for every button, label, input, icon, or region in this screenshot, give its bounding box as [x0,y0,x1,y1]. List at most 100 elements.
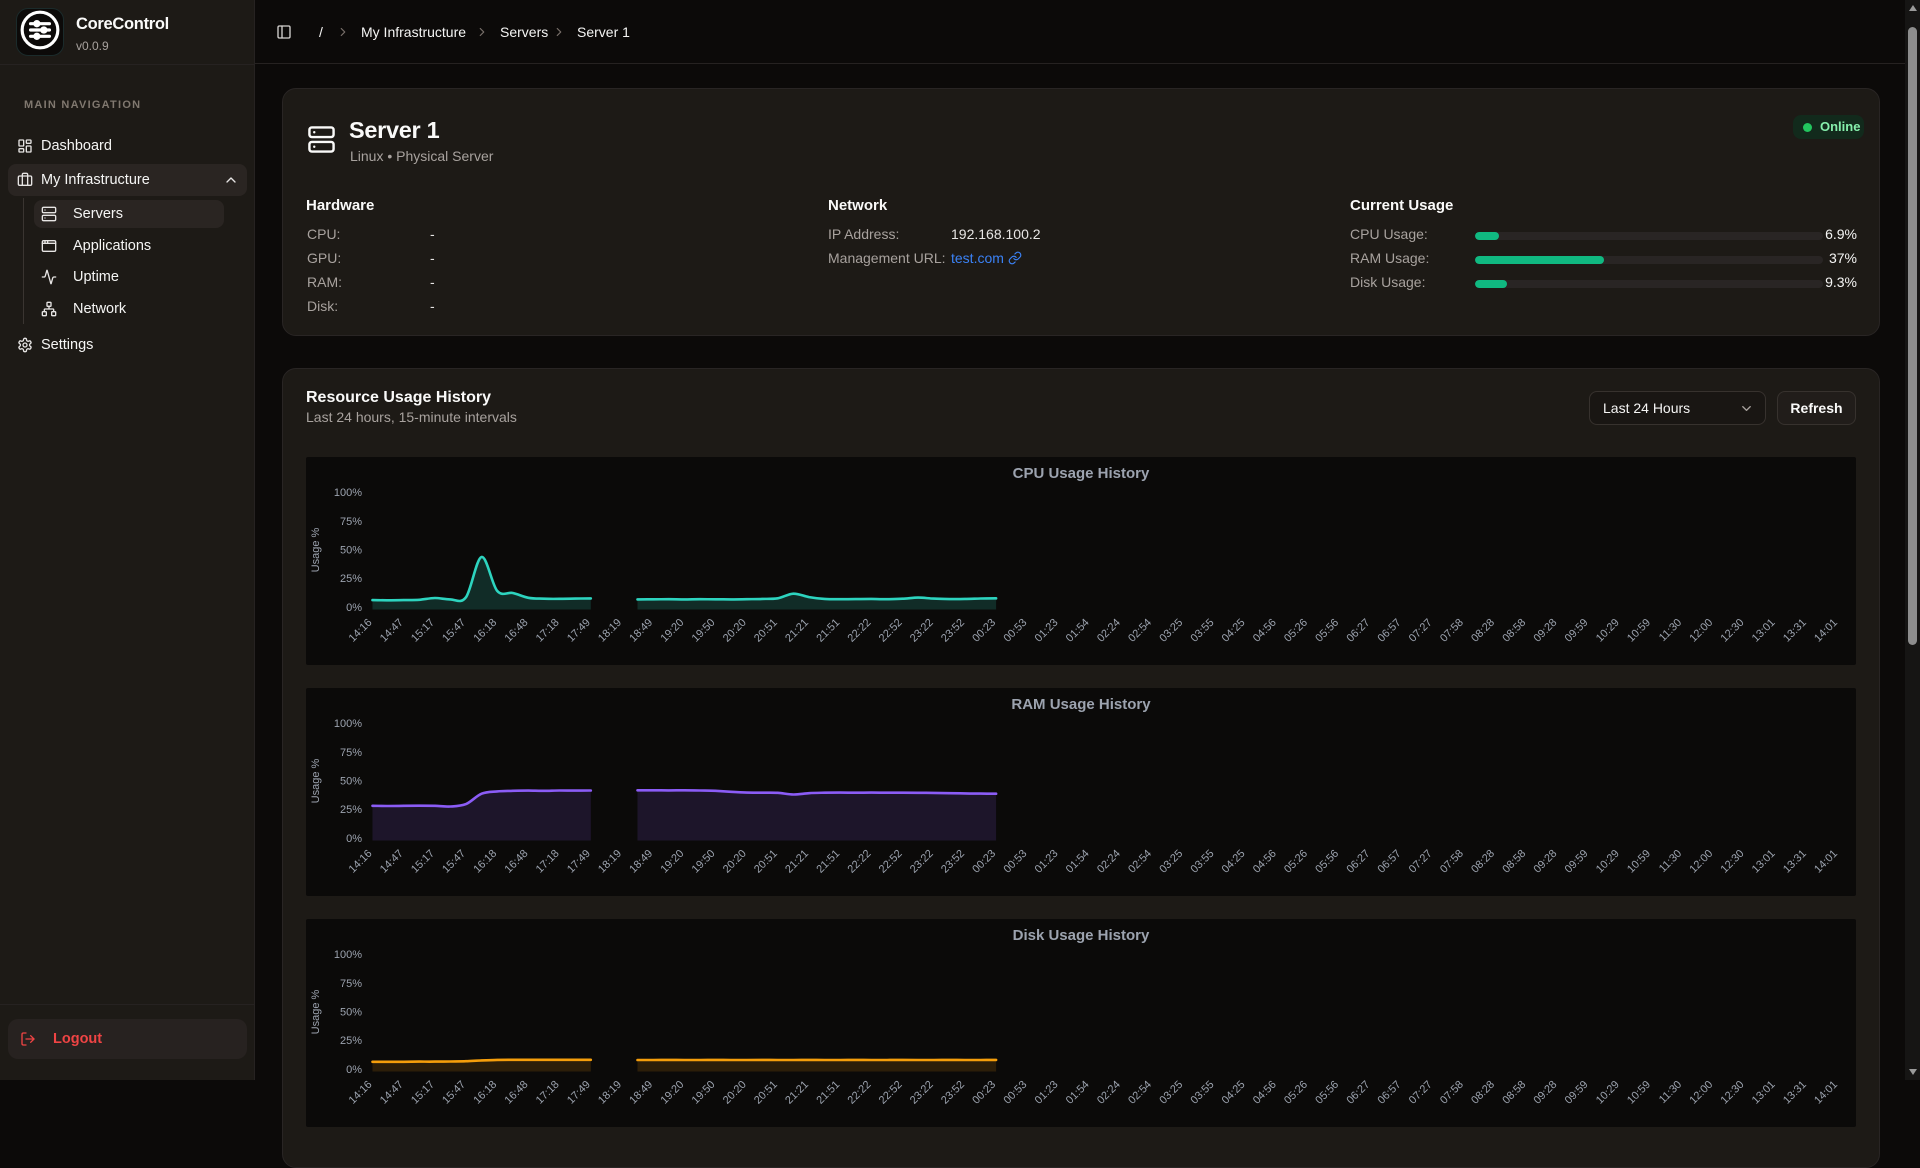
svg-text:20:20: 20:20 [721,617,749,645]
svg-text:100%: 100% [334,718,362,730]
svg-text:15:17: 15:17 [409,1079,437,1107]
svg-text:01:23: 01:23 [1033,617,1061,645]
svg-text:14:01: 14:01 [1812,617,1840,645]
svg-text:50%: 50% [340,776,362,788]
svg-text:02:24: 02:24 [1095,848,1123,876]
svg-text:10:29: 10:29 [1594,1079,1622,1107]
svg-text:08:58: 08:58 [1500,617,1528,645]
svg-text:02:24: 02:24 [1095,1079,1123,1107]
svg-text:23:22: 23:22 [908,1079,936,1107]
svg-text:03:25: 03:25 [1157,1079,1185,1107]
svg-text:RAM Usage History: RAM Usage History [1011,696,1151,713]
svg-text:16:18: 16:18 [471,1079,499,1107]
svg-text:06:27: 06:27 [1344,1079,1372,1107]
svg-text:Usage %: Usage % [310,989,322,1034]
svg-text:21:21: 21:21 [783,617,811,645]
svg-text:14:47: 14:47 [378,1079,406,1107]
svg-text:12:30: 12:30 [1719,617,1747,645]
svg-text:17:18: 17:18 [534,1079,562,1107]
svg-text:17:18: 17:18 [534,617,562,645]
svg-text:17:18: 17:18 [534,848,562,876]
svg-text:09:59: 09:59 [1563,1079,1591,1107]
svg-text:18:49: 18:49 [627,617,655,645]
svg-text:75%: 75% [340,747,362,759]
svg-text:08:58: 08:58 [1500,1079,1528,1107]
svg-text:11:30: 11:30 [1657,848,1684,875]
svg-text:Usage %: Usage % [310,758,322,803]
svg-text:01:54: 01:54 [1064,617,1092,645]
svg-text:05:26: 05:26 [1282,617,1310,645]
svg-text:05:56: 05:56 [1313,848,1341,876]
svg-text:07:27: 07:27 [1407,1079,1435,1107]
svg-text:13:01: 13:01 [1750,848,1778,876]
svg-text:06:57: 06:57 [1376,848,1404,876]
svg-text:21:21: 21:21 [783,1079,811,1107]
svg-text:00:53: 00:53 [1001,848,1029,876]
svg-text:12:00: 12:00 [1687,617,1715,645]
svg-text:22:22: 22:22 [846,617,874,645]
svg-text:06:57: 06:57 [1376,617,1404,645]
svg-text:25%: 25% [340,573,362,585]
svg-text:07:58: 07:58 [1438,1079,1466,1107]
svg-text:00:23: 00:23 [970,1079,998,1107]
svg-text:05:56: 05:56 [1313,617,1341,645]
svg-text:05:26: 05:26 [1282,848,1310,876]
svg-text:18:49: 18:49 [627,1079,655,1107]
svg-text:21:51: 21:51 [814,1079,842,1107]
svg-text:19:50: 19:50 [690,848,718,876]
svg-text:10:59: 10:59 [1625,1079,1653,1107]
svg-text:23:52: 23:52 [939,617,967,645]
svg-text:75%: 75% [340,978,362,990]
svg-text:20:51: 20:51 [752,1079,780,1107]
svg-text:06:27: 06:27 [1344,848,1372,876]
svg-text:07:27: 07:27 [1407,848,1435,876]
svg-text:13:31: 13:31 [1781,1079,1809,1107]
svg-text:13:31: 13:31 [1781,617,1809,645]
svg-text:02:54: 02:54 [1126,1079,1154,1107]
svg-text:01:54: 01:54 [1064,848,1092,876]
svg-text:12:00: 12:00 [1687,848,1715,876]
svg-text:19:50: 19:50 [690,1079,718,1107]
svg-text:17:49: 17:49 [565,617,593,645]
svg-text:17:49: 17:49 [565,1079,593,1107]
svg-text:19:50: 19:50 [690,617,718,645]
svg-text:04:56: 04:56 [1251,1079,1279,1107]
svg-text:19:20: 19:20 [658,1079,686,1107]
svg-text:16:48: 16:48 [503,848,531,876]
svg-text:10:59: 10:59 [1625,617,1653,645]
svg-text:06:27: 06:27 [1344,617,1372,645]
svg-text:03:55: 03:55 [1189,848,1217,876]
svg-text:03:25: 03:25 [1157,617,1185,645]
svg-text:08:28: 08:28 [1469,617,1497,645]
svg-text:25%: 25% [340,1035,362,1047]
svg-text:50%: 50% [340,545,362,557]
svg-text:22:52: 22:52 [877,617,905,645]
svg-text:21:51: 21:51 [814,617,842,645]
svg-text:15:47: 15:47 [440,617,468,645]
svg-text:04:25: 04:25 [1220,1079,1248,1107]
svg-text:14:16: 14:16 [347,848,375,876]
svg-text:01:23: 01:23 [1033,1079,1061,1107]
svg-text:22:22: 22:22 [846,848,874,876]
svg-text:00:23: 00:23 [970,617,998,645]
svg-text:18:19: 18:19 [596,617,624,645]
svg-text:01:54: 01:54 [1064,1079,1092,1107]
svg-text:25%: 25% [340,804,362,816]
svg-text:10:29: 10:29 [1594,617,1622,645]
svg-text:11:30: 11:30 [1657,617,1684,644]
svg-text:07:58: 07:58 [1438,617,1466,645]
svg-text:06:57: 06:57 [1376,1079,1404,1107]
svg-text:13:01: 13:01 [1750,1079,1778,1107]
svg-text:03:55: 03:55 [1189,1079,1217,1107]
svg-text:14:01: 14:01 [1812,848,1840,876]
svg-text:22:52: 22:52 [877,1079,905,1107]
svg-text:04:56: 04:56 [1251,617,1279,645]
svg-text:02:54: 02:54 [1126,848,1154,876]
svg-text:16:18: 16:18 [471,617,499,645]
svg-text:07:58: 07:58 [1438,848,1466,876]
svg-text:22:22: 22:22 [846,1079,874,1107]
svg-text:Usage %: Usage % [310,527,322,572]
svg-text:12:00: 12:00 [1687,1079,1715,1107]
svg-text:17:49: 17:49 [565,848,593,876]
svg-text:02:24: 02:24 [1095,617,1123,645]
